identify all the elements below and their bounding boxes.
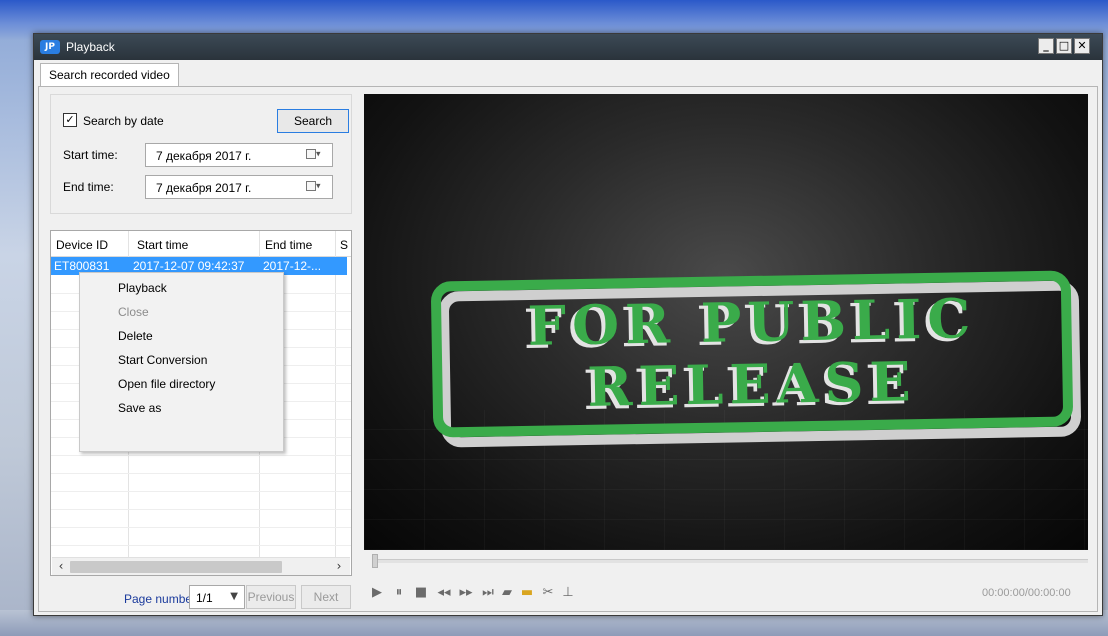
search-button[interactable]: Search: [277, 109, 349, 133]
maximize-button[interactable]: □: [1056, 38, 1072, 54]
grid-line: [51, 473, 351, 474]
grid-line: [51, 509, 351, 510]
column-s[interactable]: S: [340, 238, 348, 252]
column-end-time[interactable]: End time: [265, 238, 312, 252]
menu-item-close[interactable]: Close: [118, 305, 149, 319]
start-time-picker[interactable]: 7 декабря 2017 г. ▾: [145, 143, 333, 167]
pause-icon[interactable]: ⏸: [392, 585, 406, 601]
clip-icon[interactable]: ⊥: [560, 585, 576, 601]
cell-device-id: ET800831: [54, 259, 110, 273]
calendar-dropdown-icon[interactable]: ▾: [306, 149, 326, 162]
playback-window: JP Playback _ □ ✕ Search recorded video …: [33, 33, 1103, 616]
grid-line: [51, 527, 351, 528]
grid-line: [51, 455, 351, 456]
tab-strip: Search recorded video: [34, 60, 1102, 87]
search-by-date-checkbox[interactable]: ✓: [63, 113, 77, 127]
search-by-date-label: Search by date: [83, 114, 164, 128]
search-panel: ✓ Search by date Search Start time: 7 де…: [50, 94, 352, 214]
next-button[interactable]: Next: [301, 585, 351, 609]
playback-progress-track[interactable]: [372, 559, 1088, 563]
open-folder-icon[interactable]: ▬: [518, 585, 536, 601]
stamp-text-line2: RELEASE: [586, 349, 918, 419]
grid-line: [51, 491, 351, 492]
scroll-left-icon[interactable]: ‹: [54, 560, 68, 574]
column-start-time[interactable]: Start time: [137, 238, 188, 252]
menu-item-start-conversion[interactable]: Start Conversion: [118, 353, 207, 367]
scrollbar-thumb[interactable]: [70, 561, 282, 573]
end-time-label: End time:: [63, 180, 114, 194]
list-header: Device ID Start time End time S: [51, 231, 351, 257]
video-player[interactable]: FOR PUBLIC RELEASE: [364, 94, 1088, 550]
cell-end-time: 2017-12-...: [263, 259, 322, 273]
cell-start-time: 2017-12-07 09:42:37: [133, 259, 245, 273]
window-title: Playback: [66, 40, 115, 54]
horizontal-scrollbar[interactable]: ‹ ›: [52, 557, 350, 575]
end-time-value: 7 декабря 2017 г.: [156, 181, 252, 195]
menu-item-playback[interactable]: Playback: [118, 281, 167, 295]
menu-item-delete[interactable]: Delete: [118, 329, 153, 343]
step-frame-icon[interactable]: ⏭: [480, 585, 496, 601]
scroll-right-icon[interactable]: ›: [332, 560, 346, 574]
menu-item-open-file-directory[interactable]: Open file directory: [118, 377, 215, 391]
column-device-id[interactable]: Device ID: [56, 238, 108, 252]
close-button[interactable]: ✕: [1074, 38, 1090, 54]
start-time-label: Start time:: [63, 148, 118, 162]
tab-search-recorded-video[interactable]: Search recorded video: [40, 63, 179, 87]
stop-icon[interactable]: ■: [414, 585, 428, 601]
chevron-down-icon: ▼: [230, 591, 238, 602]
timecode: 00:00:00/00:00:00: [982, 587, 1071, 599]
grid-line: [51, 545, 351, 546]
previous-button[interactable]: Previous: [246, 585, 296, 609]
context-menu: Playback Close Delete Start Conversion O…: [79, 272, 284, 452]
play-icon[interactable]: ▶: [370, 585, 384, 601]
page-number-select[interactable]: 1/1 ▼: [189, 585, 245, 609]
title-bar[interactable]: JP Playback _ □ ✕: [34, 34, 1102, 60]
start-time-value: 7 декабря 2017 г.: [156, 149, 252, 163]
menu-item-save-as[interactable]: Save as: [118, 401, 161, 415]
minimize-button[interactable]: _: [1038, 38, 1054, 54]
cut-icon[interactable]: ✂: [540, 585, 556, 601]
playback-progress-handle[interactable]: [372, 554, 378, 568]
calendar-dropdown-icon[interactable]: ▾: [306, 181, 326, 194]
record-icon[interactable]: ▰: [500, 585, 514, 601]
fast-forward-icon[interactable]: ▸▸: [458, 585, 474, 601]
column-divider: [335, 231, 336, 575]
rewind-icon[interactable]: ◂◂: [436, 585, 452, 601]
page-number-value: 1/1: [196, 591, 213, 605]
app-logo-icon: JP: [40, 40, 60, 54]
end-time-picker[interactable]: 7 декабря 2017 г. ▾: [145, 175, 333, 199]
